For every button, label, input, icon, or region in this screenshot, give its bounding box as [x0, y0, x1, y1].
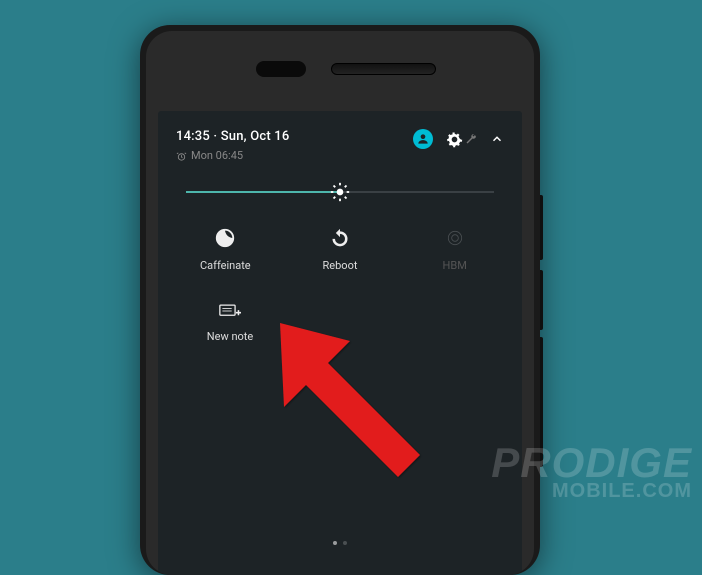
alarm-icon: [176, 151, 187, 162]
dot: [343, 541, 347, 545]
status-bar: 14:35 · Sun, Oct 16 Mon 06:45: [158, 111, 522, 163]
screen: 14:35 · Sun, Oct 16 Mon 06:45: [158, 111, 522, 575]
tile-label: HBM: [443, 259, 467, 272]
phone-bezel: 14:35 · Sun, Oct 16 Mon 06:45: [146, 31, 534, 575]
watermark: PRODIGE MOBILE.COM: [491, 444, 692, 500]
volume-up: [540, 270, 543, 330]
gear-icon: [446, 131, 463, 148]
dot-active: [333, 541, 337, 545]
phone-frame: 14:35 · Sun, Oct 16 Mon 06:45: [140, 25, 540, 575]
tile-hbm[interactable]: HBM: [397, 227, 512, 272]
tile-caffeinate[interactable]: Caffeinate: [168, 227, 283, 272]
slider-fill: [186, 191, 340, 193]
tile-label: Reboot: [323, 259, 358, 272]
quick-tiles-row2: New note: [158, 272, 522, 343]
chevron-up-icon[interactable]: [490, 132, 504, 146]
account-icon[interactable]: [413, 129, 433, 149]
reboot-icon: [329, 227, 351, 249]
brightness-icon[interactable]: [330, 182, 350, 202]
tile-label: New note: [207, 330, 253, 343]
tile-new-note[interactable]: New note: [180, 300, 280, 343]
tile-label: Caffeinate: [200, 259, 251, 272]
page-indicator: [158, 541, 522, 545]
wrench-icon: [465, 133, 477, 145]
hbm-icon: [444, 227, 466, 249]
status-left: 14:35 · Sun, Oct 16 Mon 06:45: [176, 129, 289, 163]
clock-date: 14:35 · Sun, Oct 16: [176, 129, 289, 146]
proximity-sensor: [256, 61, 306, 77]
alarm-time: Mon 06:45: [191, 149, 243, 163]
power-button: [540, 195, 543, 260]
tile-reboot[interactable]: Reboot: [283, 227, 398, 272]
settings-button[interactable]: [446, 131, 477, 148]
slider-track: [186, 191, 494, 193]
caffeinate-icon: [214, 227, 236, 249]
brightness-slider[interactable]: [158, 163, 522, 205]
status-right: [413, 129, 504, 149]
new-note-icon: [219, 300, 241, 322]
earpiece-speaker: [331, 63, 436, 75]
quick-tiles-row1: Caffeinate Reboot: [158, 205, 522, 272]
next-alarm: Mon 06:45: [176, 149, 289, 163]
watermark-line1: PRODIGE: [491, 444, 692, 482]
